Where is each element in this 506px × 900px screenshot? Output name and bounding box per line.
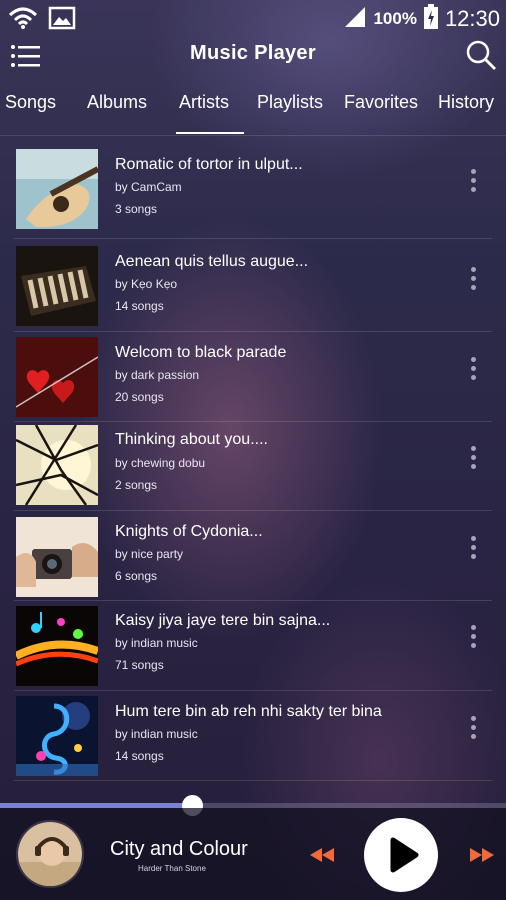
tab-albums[interactable]: Albums	[87, 92, 147, 113]
artist-title: Kaisy jiya jaye tere bin sajna...	[115, 612, 331, 629]
artist-name: by indian music	[115, 727, 198, 741]
tab-bar: Songs Albums Artists Playlists Favorites…	[0, 84, 506, 136]
more-vert-icon	[468, 446, 478, 469]
album-art	[16, 337, 98, 417]
tab-playlists[interactable]: Playlists	[257, 92, 323, 113]
more-vert-icon	[468, 716, 478, 739]
artist-name: by nice party	[115, 547, 184, 561]
song-count: 71 songs	[115, 658, 164, 672]
fast-forward-button[interactable]	[468, 846, 496, 864]
divider	[14, 780, 492, 781]
list-item[interactable]: Knights of Cydonia... by nice party 6 so…	[0, 511, 506, 601]
signal-icon	[343, 5, 367, 33]
album-art	[16, 246, 98, 326]
app-bar: Music Player	[0, 36, 506, 80]
song-count: 6 songs	[115, 569, 158, 583]
more-vert-icon	[468, 357, 478, 380]
play-button[interactable]	[364, 818, 438, 892]
list-item[interactable]: Welcom to black parade by dark passion 2…	[0, 332, 506, 422]
song-count: 14 songs	[115, 299, 164, 313]
list-item[interactable]: Thinking about you.... by chewing dobu 2…	[0, 422, 506, 511]
album-art	[16, 606, 98, 686]
rewind-icon	[308, 848, 336, 868]
more-options-button[interactable]	[468, 716, 478, 746]
battery-level: 100%	[373, 9, 417, 28]
tab-artists[interactable]: Artists	[179, 92, 229, 113]
artist-title: Welcom to black parade	[115, 344, 287, 361]
fast-forward-icon	[468, 848, 496, 868]
more-vert-icon	[468, 267, 478, 290]
artist-name: by dark passion	[115, 368, 200, 382]
status-bar: 100% 12:30	[0, 0, 506, 36]
more-options-button[interactable]	[468, 267, 478, 297]
tab-songs[interactable]: Songs	[5, 92, 56, 113]
album-art	[16, 149, 98, 229]
album-art	[16, 517, 98, 597]
more-options-button[interactable]	[468, 536, 478, 566]
more-options-button[interactable]	[468, 625, 478, 655]
rewind-button[interactable]	[308, 846, 336, 864]
now-playing-art[interactable]	[16, 820, 84, 888]
more-vert-icon	[468, 625, 478, 648]
song-count: 3 songs	[115, 202, 158, 216]
tab-history[interactable]: History	[438, 92, 494, 113]
artist-name: by Kẹo Kẹo	[115, 277, 178, 291]
more-options-button[interactable]	[468, 169, 478, 199]
more-vert-icon	[468, 169, 478, 192]
artist-name: by CamCam	[115, 180, 182, 194]
list-item[interactable]: Romatic of tortor in ulput... by CamCam …	[0, 137, 506, 239]
artist-title: Thinking about you....	[115, 431, 268, 448]
play-icon	[364, 837, 438, 896]
artist-name: by indian music	[115, 636, 198, 650]
search-icon	[464, 40, 498, 76]
artist-title: Hum tere bin ab reh nhi sakty ter bina	[115, 703, 382, 720]
app-title: Music Player	[190, 42, 316, 64]
now-playing-title: City and Colour	[110, 838, 248, 860]
artist-title: Knights of Cydonia...	[115, 523, 263, 540]
search-button[interactable]	[464, 38, 498, 72]
active-tab-indicator	[176, 132, 244, 134]
more-options-button[interactable]	[468, 357, 478, 387]
more-vert-icon	[468, 536, 478, 559]
list-item[interactable]: Hum tere bin ab reh nhi sakty ter bina b…	[0, 691, 506, 781]
artist-name: by chewing dobu	[115, 456, 206, 470]
now-playing-subtitle: Harder Than Stone	[138, 864, 206, 873]
now-playing-bar: City and Colour Harder Than Stone	[0, 808, 506, 900]
image-icon	[48, 6, 76, 34]
tab-favorites[interactable]: Favorites	[344, 92, 418, 113]
song-count: 20 songs	[115, 390, 164, 404]
album-art	[16, 425, 98, 505]
artist-title: Aenean quis tellus augue...	[115, 253, 309, 270]
more-options-button[interactable]	[468, 446, 478, 476]
song-count: 14 songs	[115, 749, 164, 763]
song-count: 2 songs	[115, 478, 158, 492]
wifi-icon	[8, 6, 38, 34]
list-item[interactable]: Kaisy jiya jaye tere bin sajna... by ind…	[0, 601, 506, 691]
artist-title: Romatic of tortor in ulput...	[115, 156, 303, 173]
list-item[interactable]: Aenean quis tellus augue... by Kẹo Kẹo 1…	[0, 239, 506, 332]
clock: 12:30	[444, 6, 500, 31]
battery-icon	[423, 4, 439, 34]
album-art	[16, 696, 98, 776]
